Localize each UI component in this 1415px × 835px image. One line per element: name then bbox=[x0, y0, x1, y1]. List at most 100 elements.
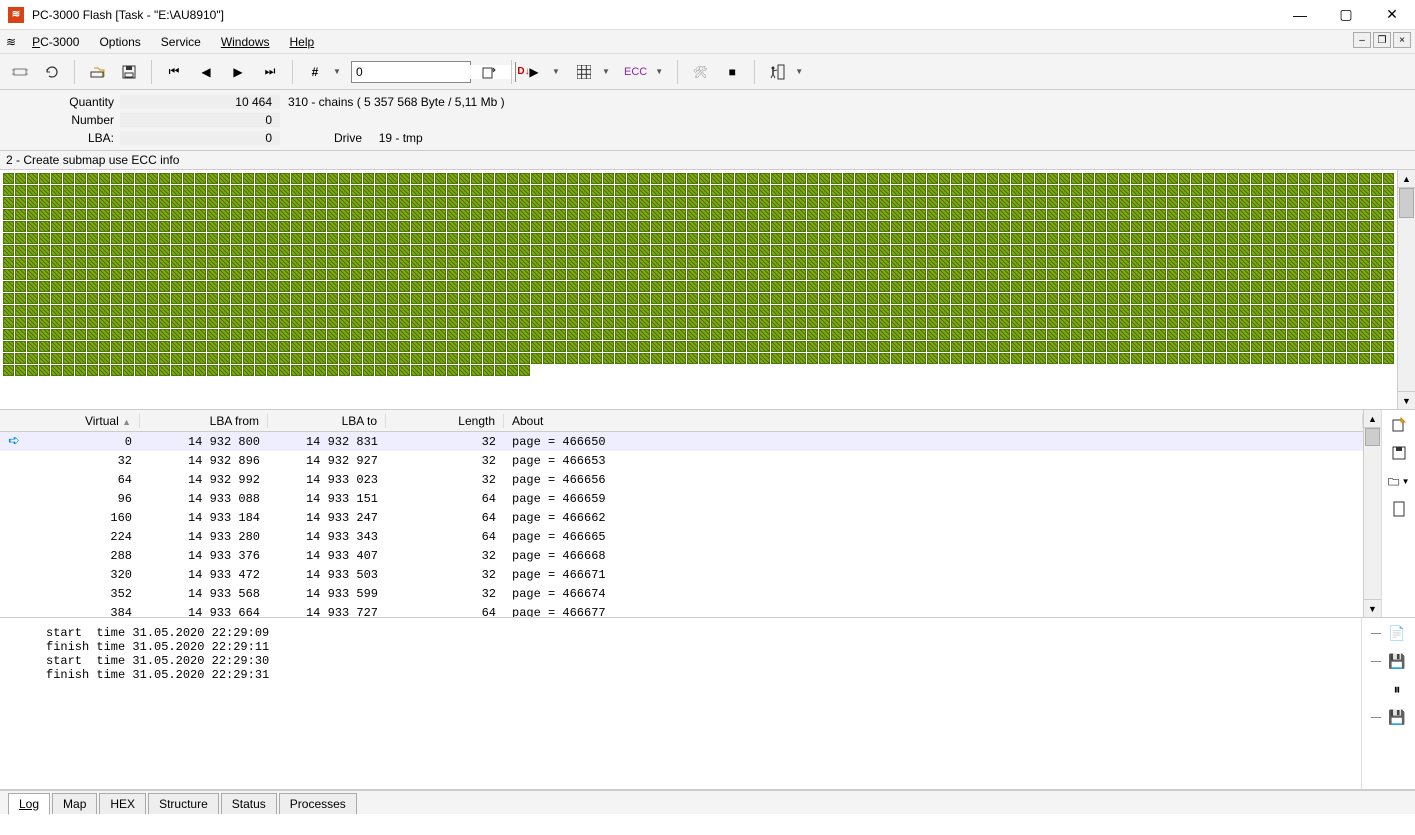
table-row[interactable]: 22414 933 28014 933 34364page = 466665 bbox=[0, 527, 1363, 546]
quantity-extra: 310 - chains ( 5 357 568 Byte / 5,11 Mb … bbox=[288, 95, 505, 109]
col-length[interactable]: Length bbox=[386, 414, 504, 428]
log-section: start time 31.05.2020 22:29:09 finish ti… bbox=[0, 618, 1415, 790]
nav-last-icon[interactable]: ⏭ bbox=[256, 58, 284, 86]
log-pause-icon[interactable]: ⏸ bbox=[1383, 678, 1411, 700]
drive-value: 19 - tmp bbox=[379, 131, 423, 145]
quantity-label: Quantity bbox=[0, 95, 120, 109]
table-header: Virtual ▲ LBA from LBA to Length About bbox=[0, 410, 1363, 432]
menubar: ≋ PC-3000 Options Service Windows Help –… bbox=[0, 30, 1415, 54]
grid-dropdown[interactable]: ▼ bbox=[602, 67, 616, 76]
block-map: ▲ ▼ bbox=[0, 170, 1415, 410]
table-body: ➪014 932 80014 932 83132page = 466650321… bbox=[0, 432, 1363, 617]
lba-value: 0 bbox=[120, 131, 280, 145]
log-new-icon[interactable]: 📄 bbox=[1383, 622, 1411, 644]
number-label: Number bbox=[0, 113, 120, 127]
mdi-close[interactable]: × bbox=[1393, 32, 1411, 48]
mdi-minimize[interactable]: – bbox=[1353, 32, 1371, 48]
window-controls: — ▢ ✕ bbox=[1277, 0, 1415, 30]
bottom-tabs: Log Map HEX Structure Status Processes bbox=[0, 790, 1415, 814]
app-icon: ≋ bbox=[8, 7, 24, 23]
current-row-icon: ➪ bbox=[8, 434, 20, 449]
tab-hex[interactable]: HEX bbox=[99, 793, 146, 814]
log-save2-icon[interactable]: 💾 bbox=[1383, 706, 1411, 728]
table-side-toolbar: ▼ bbox=[1381, 410, 1415, 617]
side-save-icon[interactable] bbox=[1387, 442, 1411, 464]
menu-options[interactable]: Options bbox=[91, 32, 148, 52]
table-row[interactable]: 28814 933 37614 933 40732page = 466668 bbox=[0, 546, 1363, 565]
nav-prev-icon[interactable]: ◀ bbox=[192, 58, 220, 86]
map-scrollbar[interactable]: ▲ ▼ bbox=[1397, 170, 1415, 409]
save-chip-icon[interactable] bbox=[115, 58, 143, 86]
table-scroll-down-icon[interactable]: ▼ bbox=[1364, 599, 1381, 617]
tab-map[interactable]: Map bbox=[52, 793, 97, 814]
number-input[interactable]: D↓ bbox=[351, 61, 471, 83]
tab-status[interactable]: Status bbox=[221, 793, 277, 814]
table-row[interactable]: 16014 933 18414 933 24764page = 466662 bbox=[0, 508, 1363, 527]
tab-structure[interactable]: Structure bbox=[148, 793, 219, 814]
table-row[interactable]: ➪014 932 80014 932 83132page = 466650 bbox=[0, 432, 1363, 451]
table-row[interactable]: 35214 933 56814 933 59932page = 466674 bbox=[0, 584, 1363, 603]
scroll-down-icon[interactable]: ▼ bbox=[1398, 391, 1415, 409]
table-row[interactable]: 6414 932 99214 933 02332page = 466656 bbox=[0, 470, 1363, 489]
mdi-restore[interactable]: ❐ bbox=[1373, 32, 1391, 48]
col-about[interactable]: About bbox=[504, 414, 1363, 428]
open-chip-icon[interactable] bbox=[83, 58, 111, 86]
log-side-toolbar: 📄 💾 ⏸ 💾 bbox=[1361, 618, 1415, 789]
refresh-icon[interactable] bbox=[38, 58, 66, 86]
col-lba-to[interactable]: LBA to bbox=[268, 414, 386, 428]
menu-pc3000[interactable]: PC-3000 bbox=[24, 32, 87, 52]
info-panel: Quantity 10 464 310 - chains ( 5 357 568… bbox=[0, 90, 1415, 151]
drive-label: Drive bbox=[334, 131, 362, 145]
scroll-thumb[interactable] bbox=[1399, 188, 1414, 218]
window-title: PC-3000 Flash [Task - "E:\AU8910"] bbox=[32, 8, 1277, 22]
log-save-icon[interactable]: 💾 bbox=[1383, 650, 1411, 672]
mdi-controls: – ❐ × bbox=[1353, 32, 1411, 48]
nav-next-icon[interactable]: ▶ bbox=[224, 58, 252, 86]
table-scrollbar[interactable]: ▲ ▼ bbox=[1363, 410, 1381, 617]
maximize-button[interactable]: ▢ bbox=[1323, 0, 1369, 30]
export-icon[interactable] bbox=[475, 58, 503, 86]
play-dropdown[interactable]: ▼ bbox=[552, 67, 566, 76]
stop-icon[interactable]: ■ bbox=[718, 58, 746, 86]
map-header: 2 - Create submap use ECC info bbox=[0, 151, 1415, 170]
table-row[interactable]: 38414 933 66414 933 72764page = 466677 bbox=[0, 603, 1363, 617]
table-scroll-up-icon[interactable]: ▲ bbox=[1364, 410, 1381, 428]
table-scroll-thumb[interactable] bbox=[1365, 428, 1380, 446]
menu-help[interactable]: Help bbox=[282, 32, 323, 52]
minimize-button[interactable]: — bbox=[1277, 0, 1323, 30]
play-icon[interactable]: ▶ bbox=[520, 58, 548, 86]
table-section: Virtual ▲ LBA from LBA to Length About ➪… bbox=[0, 410, 1415, 618]
table-row[interactable]: 32014 933 47214 933 50332page = 466671 bbox=[0, 565, 1363, 584]
menu-service[interactable]: Service bbox=[153, 32, 209, 52]
grid-icon[interactable] bbox=[570, 58, 598, 86]
app-icon-small: ≋ bbox=[6, 35, 16, 49]
lba-label: LBA: bbox=[0, 131, 120, 145]
exit-dropdown[interactable]: ▼ bbox=[795, 67, 809, 76]
tab-log[interactable]: Log bbox=[8, 793, 50, 815]
scroll-up-icon[interactable]: ▲ bbox=[1398, 170, 1415, 188]
toolbar: ⏮ ◀ ▶ ⏭ # ▼ D↓ ▶ ▼ ▼ ECC ▼ 🛠 ■ ▼ bbox=[0, 54, 1415, 90]
tools-icon[interactable]: 🛠 bbox=[686, 58, 714, 86]
side-new-icon[interactable] bbox=[1387, 414, 1411, 436]
side-open-icon[interactable]: ▼ bbox=[1387, 470, 1411, 492]
exit-icon[interactable] bbox=[763, 58, 791, 86]
log-body: start time 31.05.2020 22:29:09 finish ti… bbox=[0, 618, 1361, 789]
table-row[interactable]: 9614 933 08814 933 15164page = 466659 bbox=[0, 489, 1363, 508]
ecc-dropdown[interactable]: ▼ bbox=[655, 67, 669, 76]
titlebar: ≋ PC-3000 Flash [Task - "E:\AU8910"] — ▢… bbox=[0, 0, 1415, 30]
col-lba-from[interactable]: LBA from bbox=[140, 414, 268, 428]
hash-icon[interactable]: # bbox=[301, 58, 329, 86]
quantity-value: 10 464 bbox=[120, 95, 280, 109]
col-virtual[interactable]: Virtual ▲ bbox=[28, 414, 140, 428]
tab-processes[interactable]: Processes bbox=[279, 793, 357, 814]
side-doc-icon[interactable] bbox=[1387, 498, 1411, 520]
chip-icon[interactable] bbox=[6, 58, 34, 86]
close-button[interactable]: ✕ bbox=[1369, 0, 1415, 30]
number-value: 0 bbox=[120, 113, 280, 127]
hash-dropdown[interactable]: ▼ bbox=[333, 67, 347, 76]
table-row[interactable]: 3214 932 89614 932 92732page = 466653 bbox=[0, 451, 1363, 470]
block-map-grid[interactable] bbox=[0, 170, 1397, 409]
nav-first-icon[interactable]: ⏮ bbox=[160, 58, 188, 86]
menu-windows[interactable]: Windows bbox=[213, 32, 278, 52]
ecc-label[interactable]: ECC bbox=[620, 66, 651, 78]
